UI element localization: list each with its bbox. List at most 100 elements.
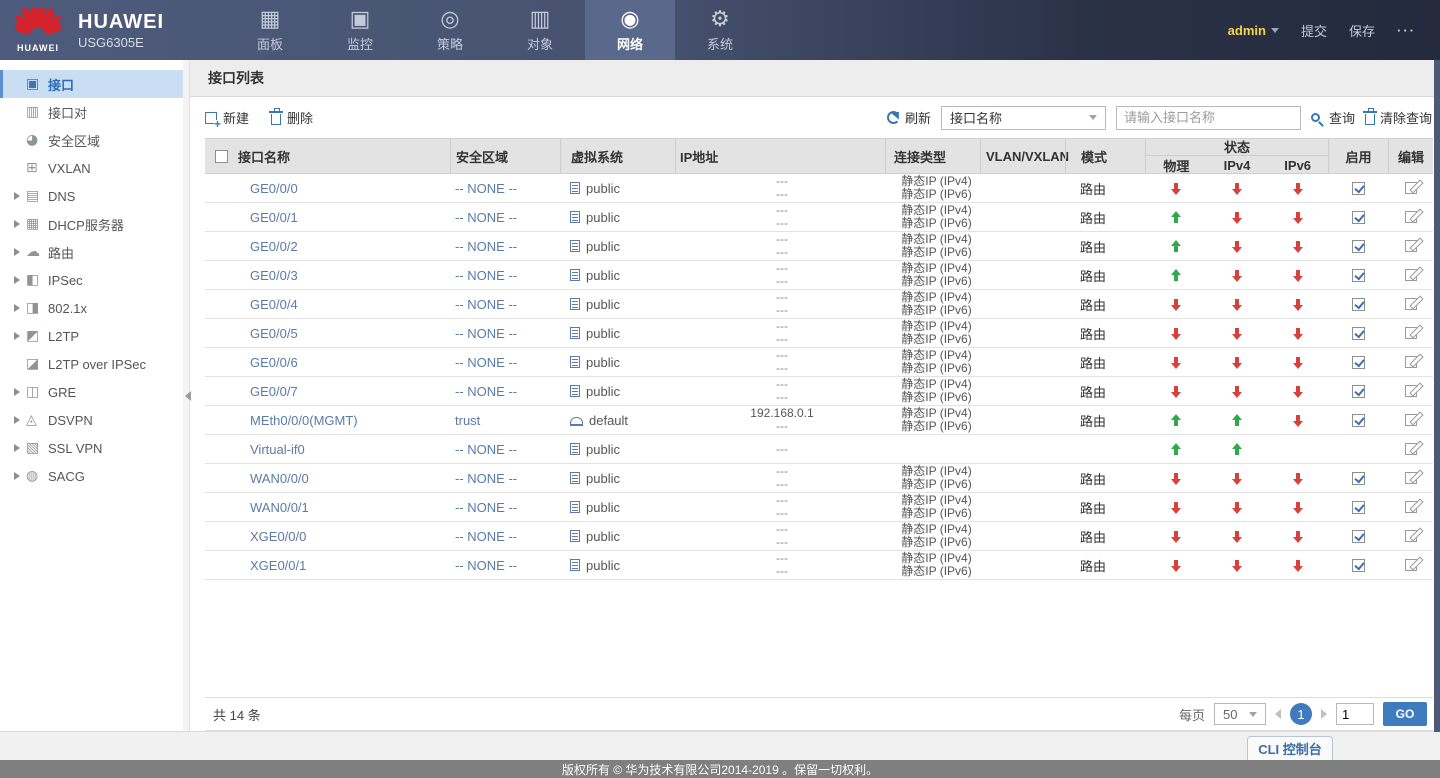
clear-query-button[interactable]: 清除查询 [1365, 108, 1432, 127]
edit-icon[interactable] [1405, 240, 1417, 252]
nav-tab-objects[interactable]: ▥ 对象 [495, 0, 585, 60]
table-row[interactable]: XGE0/0/1 -- NONE -- public ------ 静态IP (… [205, 551, 1433, 580]
sidebar-item-gre[interactable]: ◫ GRE [0, 378, 189, 406]
nav-tab-policy[interactable]: ◎ 策略 [405, 0, 495, 60]
table-row[interactable]: GE0/0/4 -- NONE -- public ------ 静态IP (I… [205, 290, 1433, 319]
table-row[interactable]: GE0/0/6 -- NONE -- public ------ 静态IP (I… [205, 348, 1433, 377]
sidebar-item-sacg[interactable]: ◍ SACG [0, 462, 189, 490]
security-zone-link[interactable]: trust [455, 413, 480, 428]
security-zone-link[interactable]: -- NONE -- [455, 239, 517, 254]
edit-icon[interactable] [1405, 385, 1417, 397]
table-row[interactable]: GE0/0/0 -- NONE -- public ------ 静态IP (I… [205, 174, 1433, 203]
edit-icon[interactable] [1405, 211, 1417, 223]
security-zone-link[interactable]: -- NONE -- [455, 500, 517, 515]
nav-tab-dashboard[interactable]: ▦ 面板 [225, 0, 315, 60]
sidebar-item-vxlan[interactable]: ⊞ VXLAN [0, 154, 189, 182]
interface-name-link[interactable]: GE0/0/5 [250, 326, 298, 341]
edit-icon[interactable] [1405, 530, 1417, 542]
interface-name-link[interactable]: XGE0/0/0 [250, 529, 306, 544]
nav-tab-system[interactable]: ⚙ 系统 [675, 0, 765, 60]
page-jump-input[interactable] [1336, 703, 1374, 725]
security-zone-link[interactable]: -- NONE -- [455, 210, 517, 225]
enable-checkbox[interactable] [1352, 356, 1365, 369]
interface-name-link[interactable]: GE0/0/2 [250, 239, 298, 254]
interface-name-link[interactable]: Virtual-if0 [250, 442, 305, 457]
sidebar-item-l2tp[interactable]: ◩ L2TP [0, 322, 189, 350]
interface-name-link[interactable]: XGE0/0/1 [250, 558, 306, 573]
enable-checkbox[interactable] [1352, 414, 1365, 427]
security-zone-link[interactable]: -- NONE -- [455, 326, 517, 341]
interface-name-link[interactable]: GE0/0/3 [250, 268, 298, 283]
filter-field-select[interactable]: 接口名称 [941, 106, 1106, 130]
interface-name-link[interactable]: GE0/0/4 [250, 297, 298, 312]
edit-icon[interactable] [1405, 501, 1417, 513]
interface-name-link[interactable]: GE0/0/6 [250, 355, 298, 370]
sidebar-item-dsvpn[interactable]: ◬ DSVPN [0, 406, 189, 434]
table-row[interactable]: WAN0/0/0 -- NONE -- public ------ 静态IP (… [205, 464, 1433, 493]
enable-checkbox[interactable] [1352, 240, 1365, 253]
security-zone-link[interactable]: -- NONE -- [455, 471, 517, 486]
page-scrollbar[interactable] [1434, 60, 1440, 732]
security-zone-link[interactable]: -- NONE -- [455, 529, 517, 544]
current-page-badge[interactable]: 1 [1290, 703, 1312, 725]
interface-name-link[interactable]: WAN0/0/0 [250, 471, 309, 486]
interface-name-link[interactable]: GE0/0/7 [250, 384, 298, 399]
edit-icon[interactable] [1405, 472, 1417, 484]
go-button[interactable]: GO [1383, 702, 1427, 726]
enable-checkbox[interactable] [1352, 385, 1365, 398]
enable-checkbox[interactable] [1352, 298, 1365, 311]
table-row[interactable]: GE0/0/5 -- NONE -- public ------ 静态IP (I… [205, 319, 1433, 348]
enable-checkbox[interactable] [1352, 501, 1365, 514]
edit-icon[interactable] [1405, 298, 1417, 310]
enable-checkbox[interactable] [1352, 182, 1365, 195]
security-zone-link[interactable]: -- NONE -- [455, 355, 517, 370]
enable-checkbox[interactable] [1352, 327, 1365, 340]
sidebar-collapse-icon[interactable] [185, 388, 193, 404]
more-menu-icon[interactable]: ··· [1397, 23, 1416, 38]
sidebar-item-ssl-vpn[interactable]: ▧ SSL VPN [0, 434, 189, 462]
table-row[interactable]: Virtual-if0 -- NONE -- public --- [205, 435, 1433, 464]
user-menu[interactable]: admin [1228, 23, 1279, 38]
edit-icon[interactable] [1405, 443, 1417, 455]
table-row[interactable]: GE0/0/7 -- NONE -- public ------ 静态IP (I… [205, 377, 1433, 406]
interface-name-link[interactable]: MEth0/0/0(MGMT) [250, 413, 358, 428]
edit-icon[interactable] [1405, 182, 1417, 194]
enable-checkbox[interactable] [1352, 472, 1365, 485]
sidebar-item-route[interactable]: ☁ 路由 [0, 238, 189, 266]
refresh-button[interactable]: 刷新 [887, 108, 931, 127]
edit-icon[interactable] [1405, 559, 1417, 571]
table-row[interactable]: WAN0/0/1 -- NONE -- public ------ 静态IP (… [205, 493, 1433, 522]
sidebar-item-interface-pair[interactable]: ▥ 接口对 [0, 98, 189, 126]
enable-checkbox[interactable] [1352, 559, 1365, 572]
enable-checkbox[interactable] [1352, 211, 1365, 224]
prev-page-icon[interactable] [1275, 709, 1281, 719]
edit-icon[interactable] [1405, 356, 1417, 368]
sidebar-item-ipsec[interactable]: ◧ IPSec [0, 266, 189, 294]
edit-icon[interactable] [1405, 414, 1417, 426]
new-button[interactable]: 新建 [205, 108, 249, 127]
table-row[interactable]: GE0/0/2 -- NONE -- public ------ 静态IP (I… [205, 232, 1433, 261]
sidebar-item-l2tp-over-ipsec[interactable]: ◪ L2TP over IPSec [0, 350, 189, 378]
search-input[interactable] [1116, 106, 1301, 130]
security-zone-link[interactable]: -- NONE -- [455, 442, 517, 457]
nav-tab-network[interactable]: ◉ 网络 [585, 0, 675, 60]
sidebar-item-security-zone[interactable]: ◕ 安全区域 [0, 126, 189, 154]
table-row[interactable]: XGE0/0/0 -- NONE -- public ------ 静态IP (… [205, 522, 1433, 551]
enable-checkbox[interactable] [1352, 530, 1365, 543]
delete-button[interactable]: 删除 [271, 108, 313, 127]
interface-name-link[interactable]: GE0/0/1 [250, 210, 298, 225]
sidebar-item-interface[interactable]: ▣ 接口 [0, 70, 189, 98]
next-page-icon[interactable] [1321, 709, 1327, 719]
sidebar-item-dhcp-server[interactable]: ▦ DHCP服务器 [0, 210, 189, 238]
security-zone-link[interactable]: -- NONE -- [455, 268, 517, 283]
security-zone-link[interactable]: -- NONE -- [455, 384, 517, 399]
security-zone-link[interactable]: -- NONE -- [455, 558, 517, 573]
sidebar-item-dot1x[interactable]: ◨ 802.1x [0, 294, 189, 322]
security-zone-link[interactable]: -- NONE -- [455, 181, 517, 196]
table-row[interactable]: MEth0/0/0(MGMT) trust default 192.168.0.… [205, 406, 1433, 435]
table-row[interactable]: GE0/0/3 -- NONE -- public ------ 静态IP (I… [205, 261, 1433, 290]
interface-name-link[interactable]: WAN0/0/1 [250, 500, 309, 515]
interface-name-link[interactable]: GE0/0/0 [250, 181, 298, 196]
submit-button[interactable]: 提交 [1301, 21, 1327, 40]
select-all-checkbox[interactable] [215, 150, 228, 163]
